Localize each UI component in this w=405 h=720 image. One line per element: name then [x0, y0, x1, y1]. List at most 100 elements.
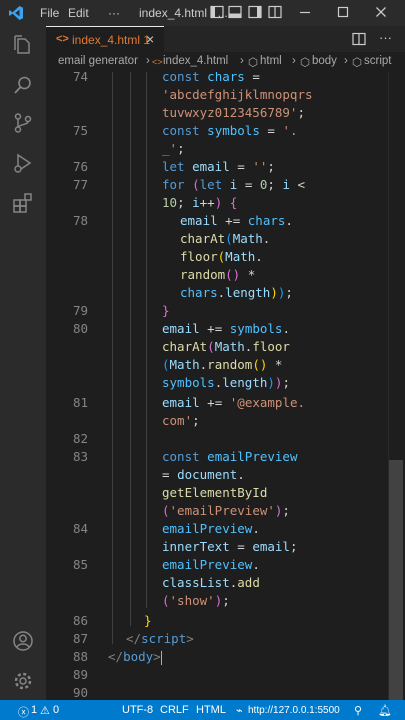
- customize-layout-icon[interactable]: [268, 5, 282, 19]
- indent-guide: [146, 72, 147, 608]
- line-number: 78: [72, 213, 88, 228]
- account-icon[interactable]: [12, 630, 34, 652]
- code-line: 'abcdefghijklmnopqrs: [162, 87, 313, 102]
- line-number: 90: [72, 685, 88, 700]
- code-line: const emailPreview: [162, 449, 298, 464]
- menu-file[interactable]: File: [40, 6, 59, 20]
- maximize-icon[interactable]: [336, 5, 350, 19]
- line-number: 83: [72, 449, 88, 464]
- breadcrumb-script[interactable]: script: [364, 55, 391, 67]
- code-line: charAt(Math.: [180, 231, 271, 246]
- code-line: email += chars.: [180, 213, 293, 228]
- code-line: random() *: [180, 267, 256, 282]
- tab-close-button[interactable]: ×: [146, 31, 154, 47]
- code-line: let email = '';: [162, 159, 275, 174]
- line-number: 76: [72, 159, 88, 174]
- line-number: 87: [72, 631, 88, 646]
- code-line: }: [144, 613, 152, 628]
- code-line: = document.: [162, 467, 245, 482]
- breadcrumb-html[interactable]: html: [260, 55, 282, 67]
- warning-count[interactable]: 0: [53, 704, 59, 716]
- toggle-sidebar-icon[interactable]: [210, 5, 224, 19]
- tab-label: index_4.html 1: [72, 33, 151, 47]
- code-line: 10; i++) {: [162, 195, 238, 210]
- live-server-status[interactable]: http://127.0.0.1:5500: [248, 705, 340, 716]
- line-number: 81: [72, 395, 88, 410]
- menu-edit[interactable]: Edit: [68, 6, 89, 20]
- extensions-icon[interactable]: [12, 192, 34, 214]
- vscode-logo-icon: [9, 6, 23, 20]
- scrollbar-thumb[interactable]: [389, 460, 403, 702]
- line-number: 75: [72, 123, 88, 138]
- eol-status[interactable]: CRLF: [160, 704, 189, 716]
- element-tag-icon: ⬡: [352, 57, 363, 69]
- line-number: 82: [72, 431, 88, 446]
- explorer-icon[interactable]: [12, 34, 34, 56]
- more-actions-icon[interactable]: ···: [379, 30, 392, 45]
- breadcrumb-file[interactable]: index_4.html: [163, 55, 228, 67]
- code-line: const symbols = '.: [162, 123, 298, 138]
- notifications-bell-icon[interactable]: 🔔︎: [378, 704, 392, 717]
- code-line: floor(Math.: [180, 249, 263, 264]
- toggle-secondary-sidebar-icon[interactable]: [248, 5, 262, 19]
- error-icon[interactable]: ⓧ: [18, 704, 29, 720]
- warning-icon[interactable]: ⚠: [40, 704, 50, 717]
- line-number: 88: [72, 649, 88, 664]
- chevron-right-icon: ›: [240, 55, 244, 67]
- code-line: emailPreview.: [162, 557, 260, 572]
- code-line: symbols.length));: [162, 375, 290, 390]
- code-line: (Math.random() *: [162, 357, 283, 372]
- tab-index-4-html[interactable]: <> index_4.html 1 ×: [46, 26, 164, 52]
- source-control-icon[interactable]: [12, 112, 34, 134]
- chevron-right-icon: ›: [146, 55, 150, 67]
- code-line: _';: [162, 141, 185, 156]
- line-number: 77: [72, 177, 88, 192]
- split-editor-icon[interactable]: [352, 32, 366, 46]
- html-file-icon: <>: [56, 33, 69, 45]
- broadcast-icon[interactable]: ⌁: [236, 704, 243, 717]
- menu-more[interactable]: ···: [108, 6, 120, 20]
- code-line: const chars =: [162, 72, 260, 84]
- line-number: 80: [72, 321, 88, 336]
- code-line: charAt(Math.floor: [162, 339, 290, 354]
- code-editor[interactable]: 74 75 76 77 78 79 80 81 82 83 84 85 86 8…: [46, 72, 405, 700]
- line-number: 86: [72, 613, 88, 628]
- chevron-right-icon: ›: [292, 55, 296, 67]
- code-line: innerText = email;: [162, 539, 298, 554]
- tab-bar: <> index_4.html 1 × ···: [46, 26, 405, 52]
- line-number: 79: [72, 303, 88, 318]
- encoding-status[interactable]: UTF-8: [122, 704, 153, 716]
- code-line: email += '@example.: [162, 395, 306, 410]
- line-number: 89: [72, 667, 88, 682]
- error-count[interactable]: 1: [31, 704, 37, 716]
- code-line: com';: [162, 413, 200, 428]
- indent-guide: [112, 72, 113, 644]
- settings-gear-icon[interactable]: [12, 670, 34, 692]
- search-icon[interactable]: [12, 74, 34, 96]
- accounts-status-icon[interactable]: ⚲: [354, 704, 362, 717]
- status-bar: ⓧ 1 ⚠ 0 UTF-8 CRLF HTML ⌁ http://127.0.0…: [0, 700, 405, 720]
- chevron-right-icon: ›: [344, 55, 348, 67]
- close-window-icon[interactable]: [374, 5, 388, 19]
- code-line: ('show');: [162, 593, 230, 608]
- breadcrumb-body[interactable]: body: [312, 55, 337, 67]
- line-number: 84: [72, 521, 88, 536]
- breadcrumb-folder[interactable]: email generator: [58, 55, 138, 67]
- line-number: 74: [72, 72, 88, 84]
- minimize-icon[interactable]: [298, 5, 312, 19]
- code-line: }: [162, 303, 170, 318]
- code-line: ('emailPreview');: [162, 503, 290, 518]
- element-tag-icon: ⬡: [248, 57, 259, 69]
- code-line: tuvwxyz0123456789';: [162, 105, 305, 120]
- html-file-icon: <>: [152, 57, 163, 67]
- toggle-panel-icon[interactable]: [228, 5, 242, 19]
- code-line: emailPreview.: [162, 521, 260, 536]
- code-line: </script>: [126, 631, 194, 646]
- line-number: 85: [72, 557, 88, 572]
- code-line: getElementById: [162, 485, 268, 500]
- language-status[interactable]: HTML: [196, 704, 226, 716]
- code-line: classList.add: [162, 575, 260, 590]
- breadcrumb: email generator › <> index_4.html › ⬡ ht…: [46, 52, 405, 72]
- run-debug-icon[interactable]: [12, 152, 34, 174]
- code-line: chars.length));: [180, 285, 293, 300]
